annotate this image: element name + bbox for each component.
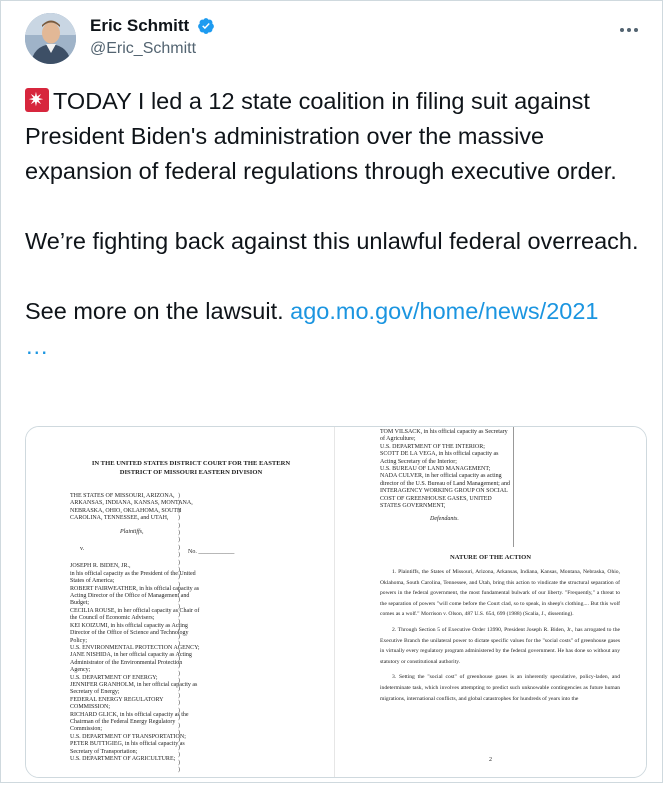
tweet-paragraph-3: See more on the lawsuit. ago.mo.gov/home… [25,294,650,329]
tweet-paragraph-2: We’re fighting back against this unlawfu… [25,228,639,254]
plaintiffs-role: Plaintiffs, [120,528,144,535]
avatar-photo [25,13,76,64]
tweet-header: Eric Schmitt @Eric_Schmitt [25,13,642,69]
complaint-paragraph-2: 2. Through Section 5 of Executive Order … [380,626,620,665]
tweet-paragraph-1-text: TODAY I led a 12 state coalition in fili… [25,88,617,184]
more-options-icon[interactable] [618,19,642,35]
link-ellipsis[interactable]: … [25,329,650,364]
defendant-line: SCOTT DE LA VEGA, in his official capaci… [380,451,499,465]
author-display-name[interactable]: Eric Schmitt [90,16,189,36]
tweet-text: TODAY I led a 12 state coalition in fili… [25,83,650,364]
defendant-line: TOM VILSACK, in his official capacity as… [380,429,508,443]
page-number: 2 [489,757,492,763]
document-image[interactable]: IN THE UNITED STATES DISTRICT COURT FOR … [25,426,647,778]
author-names: Eric Schmitt @Eric_Schmitt [90,16,215,58]
defendants-role: Defendants. [430,516,459,523]
lawsuit-link[interactable]: ago.mo.gov/home/news/2021 [290,298,598,324]
tweet-card: Eric Schmitt @Eric_Schmitt TODAY I led a… [0,0,663,783]
verified-badge-icon [197,18,214,34]
defendant-line: NADA CULVER, in her official capacity as… [380,473,510,487]
court-heading: IN THE UNITED STATES DISTRICT COURT FOR … [91,460,291,476]
author-handle[interactable]: @Eric_Schmitt [90,40,215,58]
defendants-continued: TOM VILSACK, in his official capacity as… [380,429,510,524]
nature-of-action-heading: NATURE OF THE ACTION [449,554,532,561]
document-page-right: TOM VILSACK, in his official capacity as… [335,427,646,777]
complaint-paragraph-1: 1. Plaintiffs, the States of Missouri, A… [380,569,620,618]
defendant-line: INTERAGENCY WORKING GROUP ON SOCIAL COST… [380,488,508,510]
avatar[interactable] [25,13,76,64]
document-page-left: IN THE UNITED STATES DISTRICT COURT FOR … [26,427,335,777]
nature-of-action-text: 1. Plaintiffs, the States of Missouri, A… [380,567,620,709]
case-number: No. ____________ [188,549,235,555]
tweet-paragraph-3-text: See more on the lawsuit. [25,298,291,324]
complaint-paragraph-3: 3. Setting the "social cost" of greenhou… [380,674,620,702]
police-car-light-emoji [25,83,49,118]
tweet-paragraph-1: TODAY I led a 12 state coalition in fili… [25,83,650,189]
caption-bracket: )))))))))))))))))))))))))))))))))))))) [178,493,180,774]
caption-bracket-right [513,427,516,547]
